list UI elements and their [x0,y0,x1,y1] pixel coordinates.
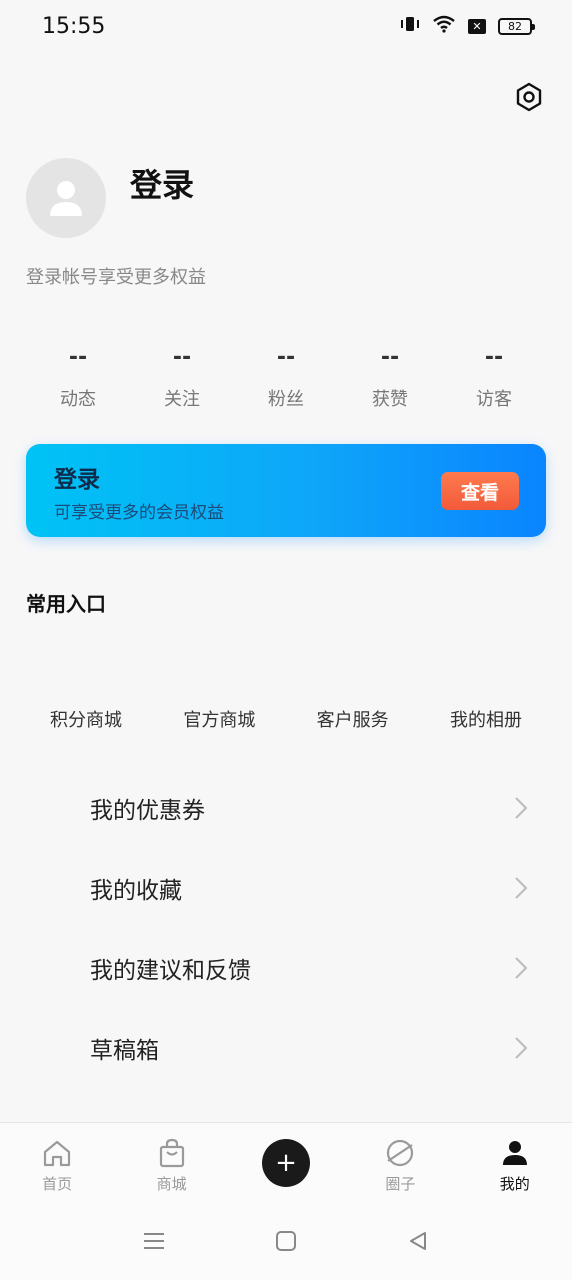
login-subtitle: 登录帐号享受更多权益 [26,267,206,288]
stat-label: 关注 [164,389,200,410]
login-title[interactable]: 登录 [130,160,194,206]
status-icons: ✕ 82 [400,15,535,37]
wifi-icon [432,15,456,37]
entry-points-mall[interactable]: 积分商城 [26,706,146,732]
entry-my-album[interactable]: 我的相册 [426,706,546,732]
tab-me[interactable]: 我的 [463,1123,567,1194]
stat-label: 获赞 [372,389,408,410]
status-bar: 15:55 ✕ 82 [0,0,572,52]
planet-icon [348,1137,452,1169]
menu-list: 我的优惠券 我的收藏 我的建议和反馈 草稿箱 [0,768,572,1088]
stat-label: 动态 [60,389,96,410]
chevron-right-icon [510,957,532,979]
default-avatar-icon [50,181,82,216]
battery-icon: 82 [498,17,535,35]
tab-home[interactable]: 首页 [5,1123,109,1194]
view-button[interactable]: 查看 [441,472,519,510]
member-card[interactable]: 登录 可享受更多的会员权益 查看 [26,444,546,537]
tab-label: 圈子 [385,1175,416,1193]
menu-item-label: 我的建议和反馈 [90,958,251,984]
settings-icon [516,82,542,112]
avatar[interactable] [26,158,106,238]
stat-following[interactable]: -- 关注 [130,345,234,411]
system-nav [0,1206,572,1280]
person-icon [463,1137,567,1169]
tab-create[interactable]: + [234,1123,338,1187]
menu-item-favorites[interactable]: 我的收藏 [0,848,572,928]
tab-label: 商城 [156,1175,187,1193]
menu-item-coupons[interactable]: 我的优惠券 [0,768,572,848]
chevron-right-icon [510,877,532,899]
menu-item-drafts[interactable]: 草稿箱 [0,1008,572,1088]
member-card-subtitle: 可享受更多的会员权益 [54,503,224,523]
tab-mall[interactable]: 商城 [120,1123,224,1194]
member-card-title: 登录 [54,467,100,493]
settings-button[interactable] [512,80,546,114]
common-entries-title: 常用入口 [26,592,106,616]
status-time: 15:55 [42,13,106,39]
no-signal-icon: ✕ [468,18,486,34]
stat-likes[interactable]: -- 获赞 [338,345,442,411]
plus-icon[interactable]: + [261,1139,310,1187]
stat-value: -- [68,345,88,370]
stat-posts[interactable]: -- 动态 [26,345,130,411]
stat-label: 粉丝 [268,389,304,410]
stat-value: -- [484,345,504,370]
entry-official-mall[interactable]: 官方商城 [159,706,279,732]
menu-item-label: 草稿箱 [90,1038,159,1064]
menu-item-label: 我的收藏 [90,878,182,904]
tab-label: 我的 [499,1175,530,1193]
menu-item-label: 我的优惠券 [90,798,205,824]
shopping-bag-icon [120,1137,224,1169]
common-entries: 积分商城 官方商城 客户服务 我的相册 [26,706,546,732]
stat-fans[interactable]: -- 粉丝 [234,345,338,411]
entry-customer-service[interactable]: 客户服务 [293,706,413,732]
menu-item-feedback[interactable]: 我的建议和反馈 [0,928,572,1008]
menu-icon[interactable] [143,1231,165,1255]
home-icon [5,1137,109,1169]
tab-circle[interactable]: 圈子 [348,1123,452,1194]
stat-value: -- [380,345,400,370]
tab-label: 首页 [42,1175,73,1193]
stats-row: -- 动态 -- 关注 -- 粉丝 -- 获赞 -- 访客 [26,345,546,411]
stat-visitors[interactable]: -- 访客 [442,345,546,411]
chevron-right-icon [510,1037,532,1059]
stat-value: -- [172,345,192,370]
stat-value: -- [276,345,296,370]
home-square-icon[interactable] [275,1230,297,1256]
chevron-right-icon [510,797,532,819]
vibrate-icon [400,15,420,37]
stat-label: 访客 [476,389,512,410]
tab-bar: 首页 商城 + 圈子 我的 [0,1122,572,1206]
back-icon[interactable] [407,1230,429,1256]
